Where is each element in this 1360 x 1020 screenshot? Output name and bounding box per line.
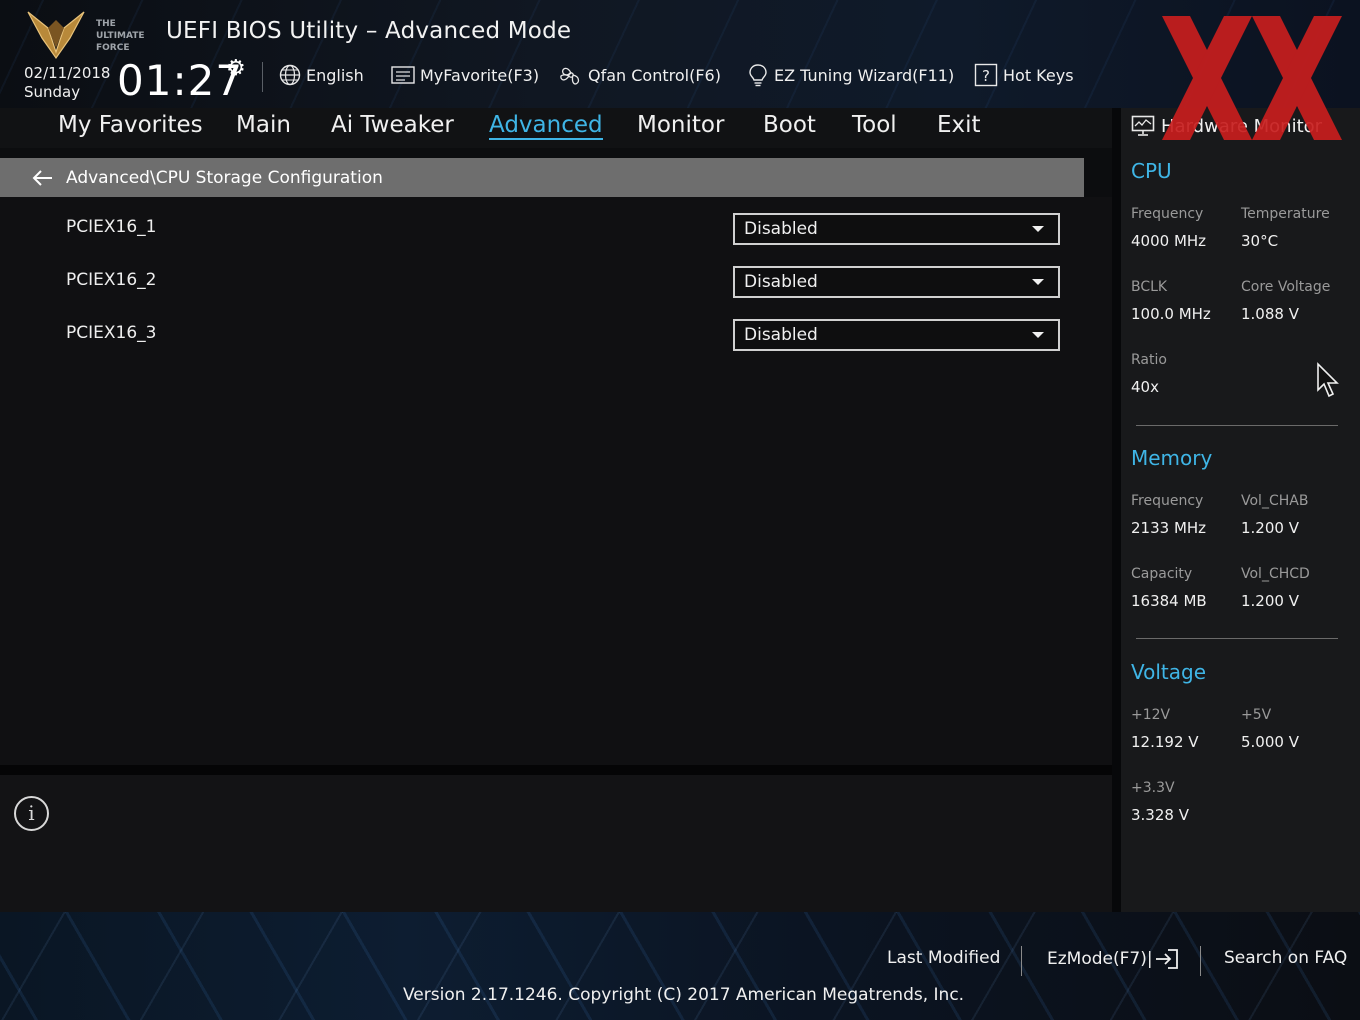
memory-capacity-value: 16384 MB [1131,592,1207,610]
select-value: Disabled [744,219,818,239]
pciex16-3-select[interactable]: Disabled [733,319,1060,351]
select-value: Disabled [744,325,818,345]
hw-cpu-heading: CPU [1131,159,1172,183]
voltage-12v-label: +12V [1131,707,1171,723]
breadcrumb: Advanced\CPU Storage Configuration [0,158,1084,197]
tuf-logo-icon: THE ULTIMATE FORCE [27,11,145,60]
exit-arrow-icon [1155,949,1178,969]
myfavorite-button[interactable]: MyFavorite(F3) [391,62,539,88]
app-title: UEFI BIOS Utility – Advanced Mode [166,18,572,44]
lightbulb-icon [749,64,767,87]
monitor-icon [1131,115,1155,136]
chevron-down-icon [1032,332,1044,338]
help-info-pane [0,775,1112,912]
cpu-temperature-label: Temperature [1241,206,1330,222]
memory-vol-chab-value: 1.200 V [1241,519,1299,537]
setting-label-pciex16-1: PCIEX16_1 [66,217,157,237]
ezmode-button[interactable]: EzMode(F7)| [1047,948,1179,970]
memory-capacity-label: Capacity [1131,566,1193,582]
pciex16-1-select[interactable]: Disabled [733,213,1060,245]
cpu-ratio-value: 40x [1131,378,1159,396]
tab-exit[interactable]: Exit [937,112,981,138]
tab-advanced[interactable]: Advanced [489,112,603,140]
chevron-down-icon [1032,279,1044,285]
xx-watermark-icon [1162,16,1342,140]
gear-icon[interactable]: ⚙ [226,56,246,81]
back-arrow-icon[interactable] [30,168,56,188]
info-icon: i [14,796,49,831]
hot-keys-button[interactable]: ? Hot Keys [974,62,1074,88]
main-nav: My Favorites Main Ai Tweaker Advanced Mo… [0,108,1112,148]
setting-label-pciex16-2: PCIEX16_2 [66,270,157,290]
day-text: Sunday [24,83,81,101]
date-display: 02/11/2018 Sunday [24,64,110,102]
myfavorite-label: MyFavorite(F3) [420,65,540,85]
favorite-list-icon [391,66,415,84]
tab-main[interactable]: Main [236,112,291,138]
footer-separator [1200,946,1201,976]
memory-vol-chab-label: Vol_CHAB [1241,493,1309,509]
voltage-5v-value: 5.000 V [1241,733,1299,751]
panel-divider [0,765,1112,775]
tab-boot[interactable]: Boot [763,112,816,138]
tab-my-favorites[interactable]: My Favorites [58,112,203,138]
cpu-core-voltage-label: Core Voltage [1241,279,1331,295]
footer-separator [1021,946,1022,976]
voltage-3v3-value: 3.328 V [1131,806,1189,824]
date-text: 02/11/2018 [24,64,111,82]
tab-tool[interactable]: Tool [852,112,897,138]
voltage-3v3-label: +3.3V [1131,780,1175,796]
language-label: English [306,65,364,85]
tab-monitor[interactable]: Monitor [637,112,724,138]
version-copyright: Version 2.17.1246. Copyright (C) 2017 Am… [403,985,965,1005]
select-value: Disabled [744,272,818,292]
fan-icon [560,67,580,85]
globe-icon [279,64,301,86]
last-modified-button[interactable]: Last Modified [887,948,1000,968]
memory-vol-chcd-label: Vol_CHCD [1241,566,1310,582]
hw-memory-heading: Memory [1131,446,1213,470]
chevron-down-icon [1032,226,1044,232]
svg-text:ULTIMATE: ULTIMATE [96,31,145,41]
hot-keys-label: Hot Keys [1003,65,1074,85]
cpu-ratio-label: Ratio [1131,352,1167,368]
language-button[interactable]: English [279,62,364,88]
cpu-bclk-label: BCLK [1131,279,1168,295]
pciex16-2-select[interactable]: Disabled [733,266,1060,298]
ez-tuning-wizard-label: EZ Tuning Wizard(F11) [774,65,955,85]
cpu-frequency-value: 4000 MHz [1131,232,1207,250]
hw-monitor-gap [1112,108,1121,912]
header-separator [262,62,263,92]
tab-ai-tweaker[interactable]: Ai Tweaker [331,112,454,138]
hw-divider [1136,425,1338,426]
svg-text:FORCE: FORCE [96,43,129,53]
search-faq-button[interactable]: Search on FAQ [1224,948,1347,968]
qfan-control-label: Qfan Control(F6) [588,65,721,85]
voltage-5v-label: +5V [1241,707,1272,723]
memory-vol-chcd-value: 1.200 V [1241,592,1299,610]
cpu-temperature-value: 30°C [1241,232,1279,250]
svg-text:?: ? [982,67,990,85]
setting-label-pciex16-3: PCIEX16_3 [66,323,157,343]
breadcrumb-path: Advanced\CPU Storage Configuration [66,167,383,188]
ez-tuning-wizard-button[interactable]: EZ Tuning Wizard(F11) [747,62,954,88]
ezmode-label: EzMode(F7)| [1047,949,1153,969]
mouse-cursor-icon [1317,362,1339,398]
voltage-12v-value: 12.192 V [1131,733,1199,751]
help-box-icon: ? [974,63,998,87]
memory-frequency-value: 2133 MHz [1131,519,1207,537]
svg-text:THE: THE [96,19,116,29]
cpu-frequency-label: Frequency [1131,206,1204,222]
memory-frequency-label: Frequency [1131,493,1204,509]
cpu-core-voltage-value: 1.088 V [1241,305,1299,323]
hw-voltage-heading: Voltage [1131,660,1207,684]
hw-divider [1136,638,1338,639]
qfan-control-button[interactable]: Qfan Control(F6) [559,62,721,88]
cpu-bclk-value: 100.0 MHz [1131,305,1211,323]
clock-display: 01:27 [117,56,244,105]
